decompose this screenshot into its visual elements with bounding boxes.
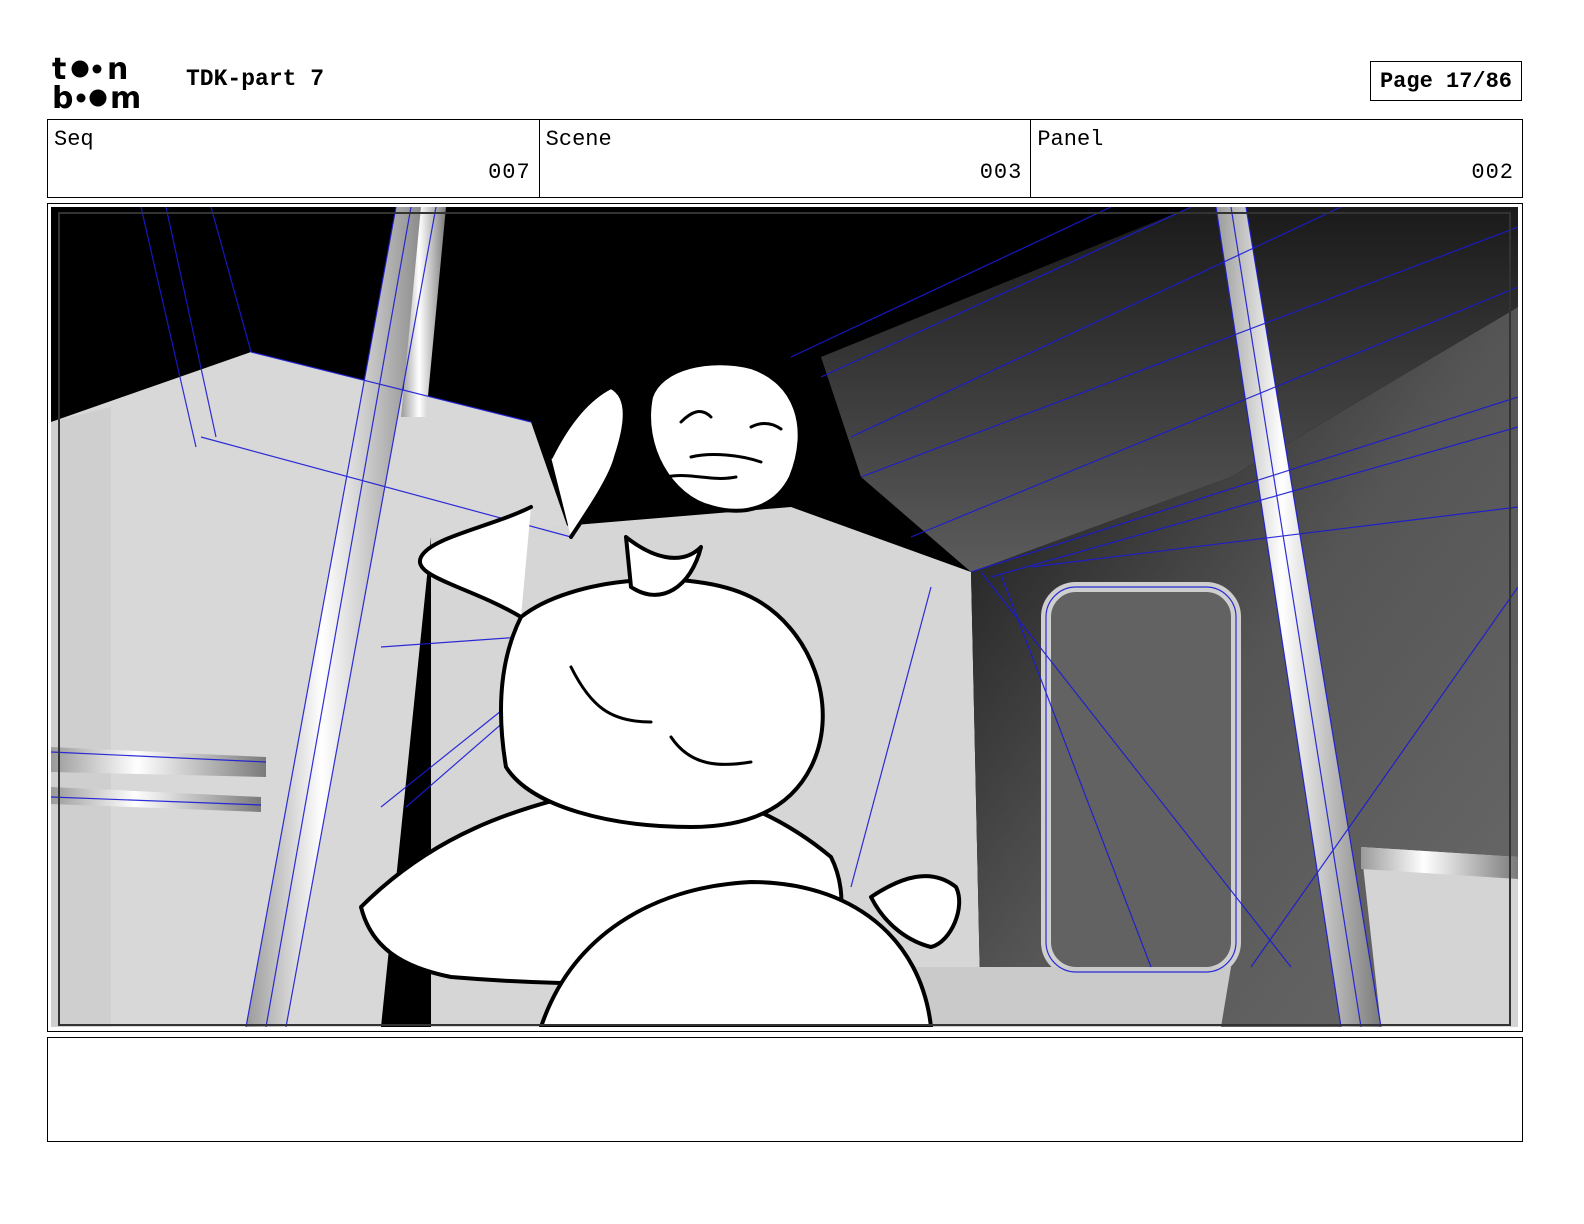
shot-info-row: Seq 007 Scene 003 Panel 002 [47, 119, 1523, 198]
panel-cell: Panel 002 [1031, 120, 1522, 197]
toonboom-logo: t n b m [52, 52, 141, 110]
page-prefix: Page [1379, 68, 1433, 94]
svg-text:m: m [110, 81, 141, 110]
notes-box [47, 1037, 1523, 1142]
seq-cell: Seq 007 [48, 120, 540, 197]
page-number: 17/86 [1446, 68, 1513, 94]
panel-value: 002 [1471, 160, 1515, 185]
scene-value: 003 [979, 160, 1023, 185]
document-title: TDK-part 7 [186, 66, 325, 92]
storyboard-panel-image [51, 207, 1518, 1027]
svg-text:b: b [52, 81, 73, 110]
panel-label: Panel [1037, 127, 1104, 152]
scene-cell: Scene 003 [540, 120, 1032, 197]
scene-label: Scene [545, 127, 612, 152]
page-indicator: Page 17/86 [1370, 61, 1522, 101]
seq-value: 007 [488, 160, 531, 185]
seq-label: Seq [54, 127, 94, 152]
